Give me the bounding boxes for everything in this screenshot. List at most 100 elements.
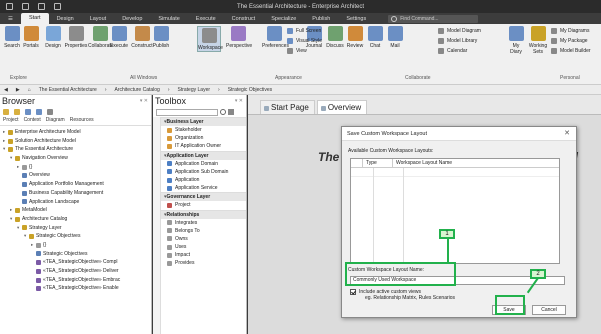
tree-item[interactable]: Application Portfolio Management (0, 180, 151, 189)
cancel-button[interactable]: Cancel (532, 305, 566, 315)
toolbox-item[interactable]: Application Sub Domain (161, 168, 246, 176)
toolbox-item[interactable]: Organization (161, 134, 246, 142)
options-icon[interactable] (47, 109, 53, 115)
view-button[interactable]: View (287, 48, 307, 54)
construct-button[interactable]: Construct (130, 26, 154, 49)
toolbox-item[interactable]: IT Application Owner (161, 142, 246, 150)
toolbox-item[interactable]: Application (161, 176, 246, 184)
tree-item[interactable]: ▾ Strategic Objectives (0, 232, 151, 241)
toolbox-item[interactable]: Integrates (161, 219, 246, 227)
menu-icon[interactable] (228, 109, 234, 115)
tree-item[interactable]: Business Capability Management (0, 189, 151, 198)
working-sets-button[interactable]: Working Sets (526, 26, 550, 55)
visual-style-button[interactable]: Visual Style (287, 38, 322, 44)
browser-tab-project[interactable]: Project (3, 117, 19, 125)
toolbox-group-business-layer[interactable]: Business Layer (161, 117, 246, 126)
discuss-button[interactable]: Discuss (326, 26, 344, 49)
search-button[interactable]: Search (3, 26, 21, 49)
my-package-button[interactable]: My Package (551, 38, 588, 44)
tree-item[interactable]: ▸{} (0, 241, 151, 250)
tree-item[interactable]: Overview (0, 171, 151, 180)
breadcrumb-item[interactable]: Strategy Layer (174, 87, 215, 93)
app-menu-icon[interactable]: ☰ (0, 16, 21, 22)
calendar-button[interactable]: Calendar (438, 48, 467, 54)
forward-icon[interactable]: ▶ (12, 87, 24, 93)
toolbox-item[interactable]: Belongs To (161, 227, 246, 235)
layouts-list[interactable]: Type Workspace Layout Name (350, 158, 560, 264)
panel-controls-icon[interactable]: ▾ ✕ (140, 98, 148, 104)
tree-item[interactable]: ▸ Solution Architecture Model (0, 137, 151, 146)
search-icon[interactable] (220, 109, 226, 115)
perspective-button[interactable]: Perspective (226, 26, 252, 49)
tab-publish[interactable]: Publish (304, 16, 338, 22)
tab-design[interactable]: Design (49, 16, 82, 22)
close-icon[interactable]: ✕ (564, 127, 570, 141)
new-package-icon[interactable] (3, 109, 9, 115)
new-folder-icon[interactable] (14, 109, 20, 115)
tree-item[interactable]: ▸{} (0, 163, 151, 172)
move-down-icon[interactable] (36, 109, 42, 115)
publish-button[interactable]: Publish (152, 26, 170, 49)
toolbox-group-application-layer[interactable]: Application Layer (161, 150, 246, 160)
model-builder-button[interactable]: Model Builder (551, 48, 591, 54)
tab-construct[interactable]: Construct (224, 16, 264, 22)
toolbox-item[interactable]: Uses (161, 243, 246, 251)
home-icon[interactable]: ⌂ (24, 87, 35, 93)
toolbox-item[interactable]: Owns (161, 235, 246, 243)
execute-button[interactable]: Execute (110, 26, 128, 49)
tab-specialize[interactable]: Specialize (263, 16, 304, 22)
tree-item[interactable]: ▸ Enterprise Architecture Model (0, 128, 151, 137)
toolbox-group-governance-layer[interactable]: Governance Layer (161, 192, 246, 202)
tree-item[interactable]: «TEA_StrategicObjective» Embrac (0, 276, 151, 285)
breadcrumb-item[interactable]: Strategic Objectives (224, 87, 276, 93)
browser-tab-resources[interactable]: Resources (70, 117, 94, 125)
tree-item[interactable]: ▾ Strategy Layer (0, 224, 151, 233)
toolbox-item[interactable]: Application Service (161, 184, 246, 192)
toolbox-search-input[interactable] (156, 108, 218, 116)
panel-controls-icon[interactable]: ▾ ✕ (235, 98, 243, 104)
mail-button[interactable]: Mail (386, 26, 404, 49)
tab-simulate[interactable]: Simulate (150, 16, 187, 22)
tree-item[interactable]: Strategic Objectives (0, 250, 151, 259)
properties-button[interactable]: Properties (64, 26, 88, 49)
toolbox-item[interactable]: Impact (161, 251, 246, 259)
tab-develop[interactable]: Develop (114, 16, 150, 22)
tree-item[interactable]: ▾ The Essential Architecture (0, 145, 151, 154)
tab-start[interactable]: Start (20, 13, 49, 24)
tree-item[interactable]: Application Landscape (0, 198, 151, 207)
tree-item[interactable]: ▾ Navigation Overview (0, 154, 151, 163)
tab-layout[interactable]: Layout (82, 16, 115, 22)
model-diagram-button[interactable]: Model Diagram (438, 28, 481, 34)
preferences-button[interactable]: Preferences (262, 26, 289, 49)
doc-tab-start-page[interactable]: Start Page (260, 100, 315, 114)
breadcrumb-item[interactable]: Architecture Catalog (111, 87, 164, 93)
my-diary-button[interactable]: My Diary (507, 26, 525, 55)
browser-tab-context[interactable]: Context (24, 117, 41, 125)
my-diagrams-button[interactable]: My Diagrams (551, 28, 589, 34)
toolbox-group-relationships[interactable]: Relationships (161, 209, 246, 219)
collaborate-button[interactable]: Collaborate (88, 26, 114, 49)
full-screen-button[interactable]: Full Screen (287, 28, 321, 34)
tree-item[interactable]: ▸ MetaModel (0, 206, 151, 215)
chat-button[interactable]: Chat (366, 26, 384, 49)
tree-item[interactable]: ▾ Architecture Catalog (0, 215, 151, 224)
portals-button[interactable]: Portals (22, 26, 40, 49)
tab-execute[interactable]: Execute (188, 16, 224, 22)
browser-tab-diagram[interactable]: Diagram (46, 117, 65, 125)
review-button[interactable]: Review (346, 26, 364, 49)
tree-item[interactable]: «TEA_StrategicObjective» Deliver (0, 267, 151, 276)
breadcrumb-item[interactable]: The Essential Architecture (35, 87, 101, 93)
design-button[interactable]: Design (44, 26, 62, 49)
tab-settings[interactable]: Settings (338, 16, 374, 22)
toolbox-item[interactable]: Project (161, 201, 246, 209)
move-up-icon[interactable] (25, 109, 31, 115)
doc-tab-overview[interactable]: Overview (316, 100, 368, 114)
workspace-button[interactable]: Workspace (197, 26, 223, 52)
toolbox-item[interactable]: Provides (161, 259, 246, 267)
find-command-input[interactable]: Find Command... (388, 14, 479, 23)
back-icon[interactable]: ◀ (0, 87, 12, 93)
include-views-checkbox[interactable] (350, 289, 356, 295)
tree-item[interactable]: «TEA_StrategicObjective» Compl (0, 258, 151, 267)
model-library-button[interactable]: Model Library (438, 38, 477, 44)
tree-item[interactable]: «TEA_StrategicObjective» Enable (0, 284, 151, 293)
